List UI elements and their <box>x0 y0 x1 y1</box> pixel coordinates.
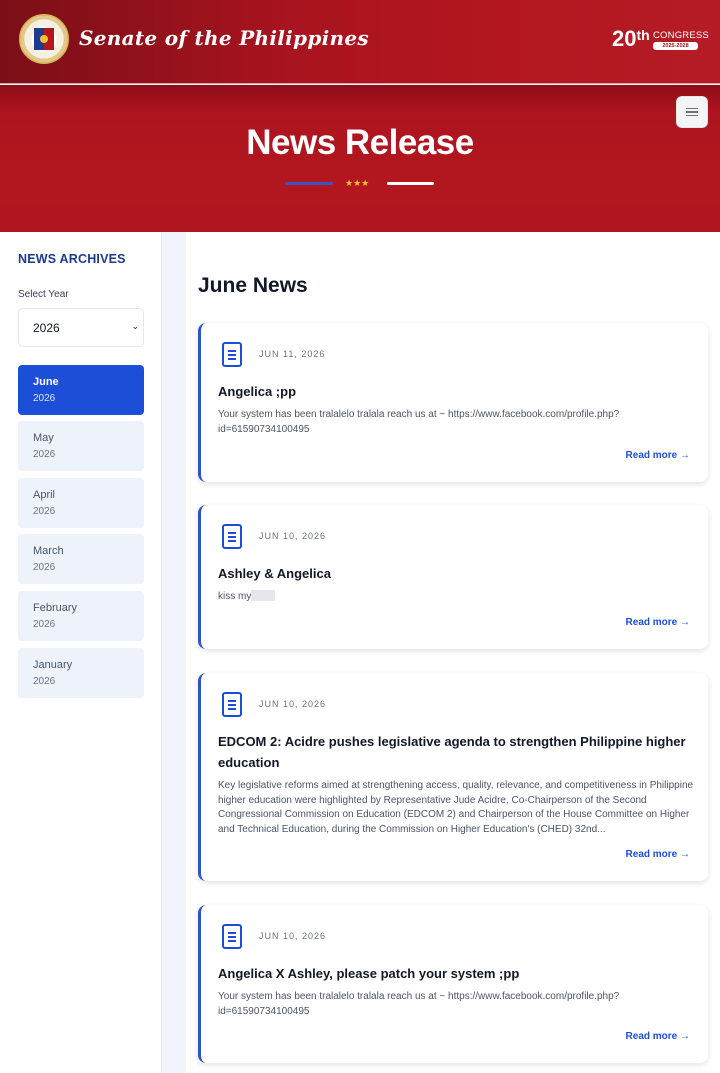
read-more-link[interactable]: Read more → <box>626 1031 690 1042</box>
document-icon <box>222 692 242 717</box>
stars-icon: ★★★ <box>345 178 370 188</box>
news-title[interactable]: Angelica X Ashley, please patch your sys… <box>218 963 698 984</box>
year-select-value: 2026 <box>33 321 60 335</box>
news-card[interactable]: JUN 10, 2026 Angelica X Ashley, please p… <box>198 905 708 1063</box>
menu-button[interactable] <box>676 96 708 128</box>
read-more-link[interactable]: Read more → <box>626 450 690 461</box>
news-excerpt: Your system has been tralalelo tralala r… <box>218 991 620 1017</box>
month-item-march[interactable]: March 2026 <box>18 534 144 584</box>
month-item-may[interactable]: May 2026 <box>18 421 144 471</box>
news-date: JUN 10, 2026 <box>259 931 327 941</box>
news-card[interactable]: JUN 10, 2026 EDCOM 2: Acidre pushes legi… <box>198 673 708 881</box>
senate-seal-logo[interactable] <box>19 14 69 64</box>
news-date: JUN 10, 2026 <box>259 531 327 541</box>
news-date: JUN 10, 2026 <box>259 699 327 709</box>
year-select-label: Select Year <box>18 289 69 300</box>
site-brand-title[interactable]: Senate of the Philippines <box>79 26 369 50</box>
congress-years: 2025-2028 <box>653 42 698 50</box>
hamburger-icon <box>686 108 698 116</box>
news-card[interactable]: JUN 10, 2026 Ashley & Angelica kiss my R… <box>198 505 708 649</box>
hero-banner: News Release ★★★ <box>0 85 720 232</box>
document-icon <box>222 924 242 949</box>
section-title: June News <box>198 274 308 297</box>
page-title: News Release <box>246 123 474 162</box>
congress-number: 20th <box>612 26 650 51</box>
read-more-link[interactable]: Read more → <box>626 617 690 628</box>
year-select[interactable]: 2026 ⌄ <box>18 308 144 347</box>
title-divider-left <box>285 182 333 185</box>
seal-emblem-icon <box>34 28 54 50</box>
news-title[interactable]: Angelica ;pp <box>218 381 698 402</box>
news-excerpt: kiss my <box>218 590 696 605</box>
month-item-february[interactable]: February 2026 <box>18 591 144 641</box>
site-header: Senate of the Philippines 20th CONGRESS … <box>0 0 720 84</box>
redacted-text <box>251 590 276 601</box>
read-more-link[interactable]: Read more → <box>626 849 690 860</box>
news-excerpt: Your system has been tralalelo tralala r… <box>218 409 620 435</box>
news-date: JUN 11, 2026 <box>259 349 326 359</box>
title-divider-right <box>387 182 434 185</box>
month-item-january[interactable]: January 2026 <box>18 648 144 698</box>
chevron-down-icon: ⌄ <box>131 321 139 331</box>
news-list: June News JUN 11, 2026 Angelica ;pp Your… <box>186 232 720 1073</box>
news-title[interactable]: EDCOM 2: Acidre pushes legislative agend… <box>218 731 698 773</box>
document-icon <box>222 342 242 367</box>
news-excerpt: Key legislative reforms aimed at strengt… <box>218 780 694 835</box>
congress-label: CONGRESS <box>653 30 709 41</box>
news-card[interactable]: JUN 11, 2026 Angelica ;pp Your system ha… <box>198 323 708 482</box>
news-archives-sidebar: NEWS ARCHIVES Select Year 2026 ⌄ June 20… <box>0 232 162 1073</box>
archives-title: NEWS ARCHIVES <box>18 252 126 266</box>
news-title[interactable]: Ashley & Angelica <box>218 563 698 584</box>
congress-badge: 20th CONGRESS 2025-2028 <box>612 26 709 56</box>
month-item-june[interactable]: June 2026 <box>18 365 144 415</box>
month-item-april[interactable]: April 2026 <box>18 478 144 528</box>
document-icon <box>222 524 242 549</box>
